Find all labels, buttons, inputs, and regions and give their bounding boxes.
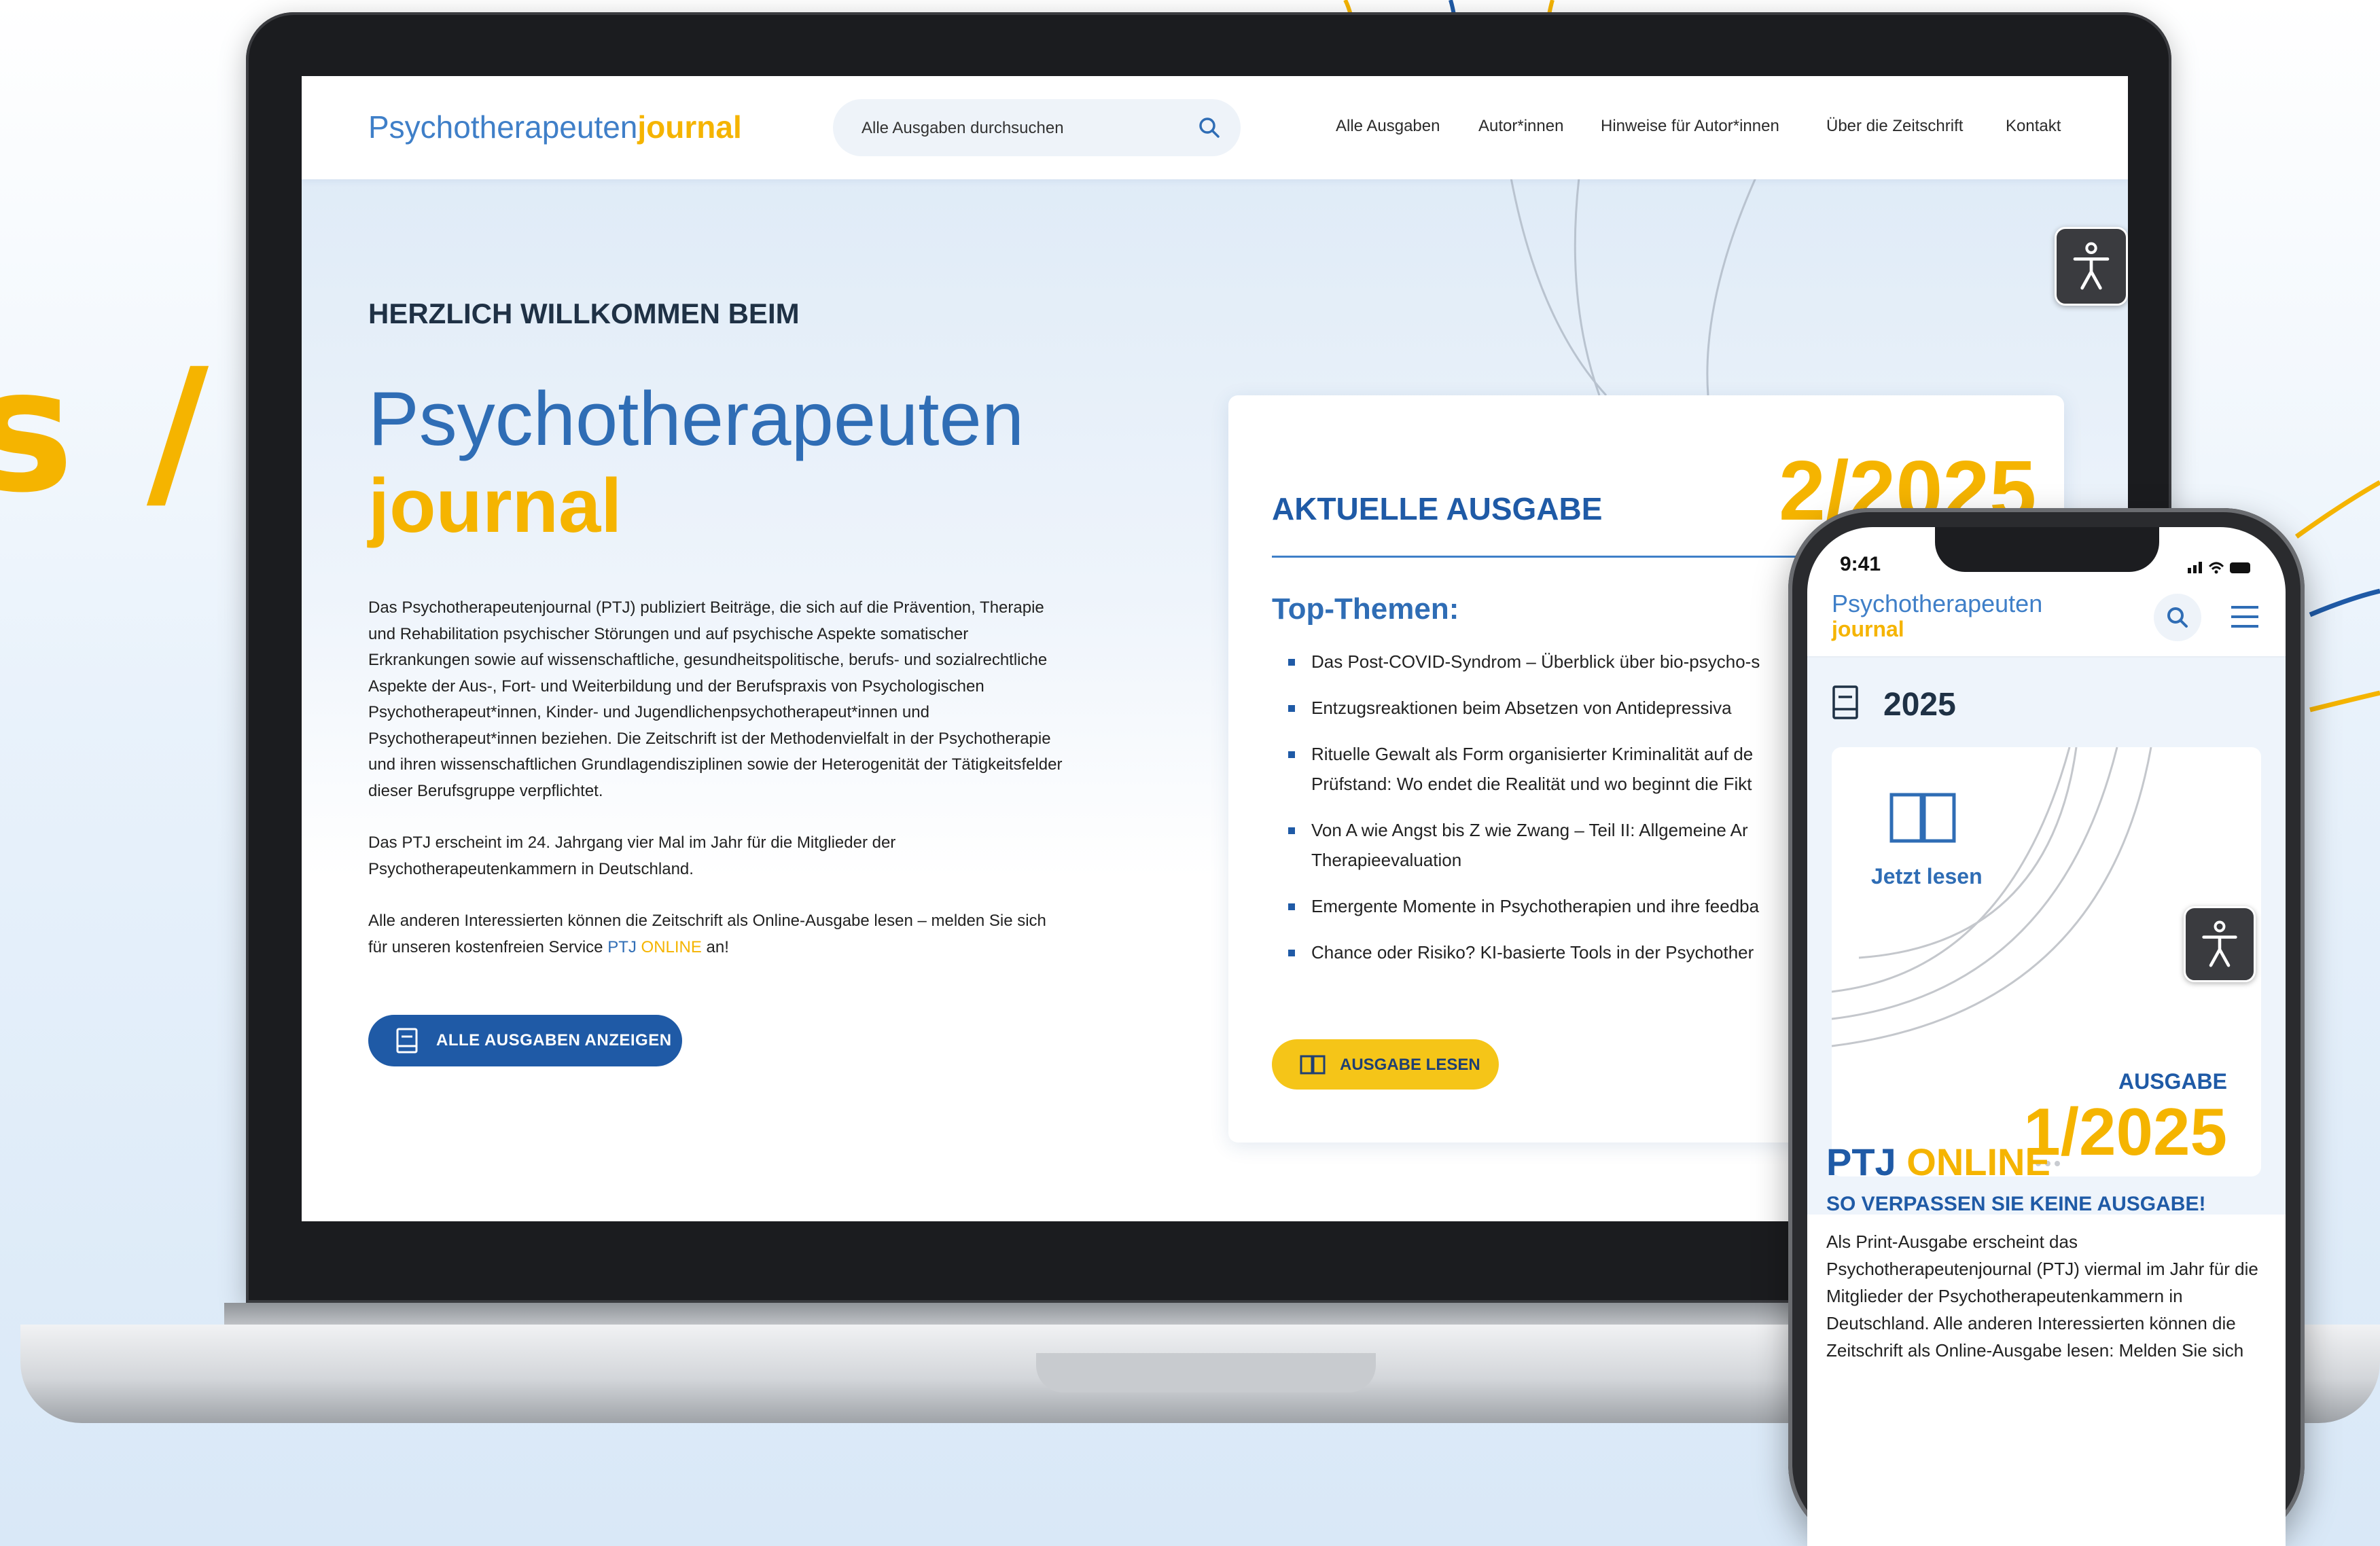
book-icon — [396, 1028, 418, 1054]
online-label: ONLINE — [1906, 1140, 2050, 1183]
read-now-label[interactable]: Jetzt lesen — [1871, 864, 1983, 889]
nav-kontakt[interactable]: Kontakt — [2006, 117, 2061, 136]
bullet — [1288, 950, 1295, 956]
open-book-icon — [1889, 793, 1956, 843]
search-bar — [833, 99, 1241, 156]
ptj-link[interactable]: PTJ — [607, 938, 637, 956]
mobile-year-heading: 2025 — [1883, 687, 1956, 723]
phone-screen: 9:41 Psychotherapeuten journal 2025 Jetz… — [1807, 527, 2286, 1546]
topic-label: Chance oder Risiko? KI-basierte Tools in… — [1311, 942, 1754, 963]
bullet — [1288, 659, 1295, 666]
mobile-content: 2025 Jetzt lesen AUSGABE 1/2025 — [1807, 658, 2286, 1546]
nav-hinweise[interactable]: Hinweise für Autor*innen — [1601, 117, 1779, 136]
status-time: 9:41 — [1840, 553, 1881, 575]
all-issues-button[interactable]: ALLE AUSGABEN ANZEIGEN — [368, 1015, 682, 1066]
hero-title-accent: journal — [368, 463, 622, 548]
search-icon[interactable] — [1196, 114, 1223, 141]
current-issue-heading: AKTUELLE AUSGABE — [1272, 491, 1603, 526]
search-icon — [2167, 607, 2188, 628]
top-topics-title: Top-Themen: — [1272, 592, 1459, 626]
accessibility-button[interactable] — [2055, 227, 2128, 306]
mobile-accessibility-button[interactable] — [2184, 906, 2256, 982]
topic-item[interactable]: Von A wie Angst bis Z wie Zwang – Teil I… — [1272, 815, 1773, 875]
mobile-logo[interactable]: Psychotherapeuten — [1832, 590, 2042, 618]
mobile-search-button[interactable] — [2154, 594, 2201, 641]
topic-label: Emergente Momente in Psychotherapien und… — [1311, 896, 1760, 916]
ptj-online-subheading: SO VERPASSEN SIE KEINE AUSGABE! — [1826, 1193, 2206, 1215]
laptop-notch — [1036, 1353, 1376, 1392]
accessibility-icon — [2202, 920, 2237, 967]
ptj-online-heading: PTJ ONLINE — [1826, 1140, 2050, 1184]
topic-label: Rituelle Gewalt als Form organisierter K… — [1311, 744, 1754, 794]
phone-notch — [1935, 527, 2159, 572]
ptj-online-text: Als Print-Ausgabe erscheint das Psychoth… — [1826, 1232, 2258, 1361]
site-logo[interactable]: Psychotherapeutenjournal — [368, 109, 742, 145]
logo-text: Psychotherapeuten — [368, 109, 638, 145]
intro-paragraph-3: Alle anderen Interessierten können die Z… — [368, 908, 1068, 960]
bullet — [1288, 903, 1295, 910]
topic-label: Das Post-COVID-Syndrom – Überblick über … — [1311, 651, 1760, 672]
intro-paragraph-1: Das Psychotherapeutenjournal (PTJ) publi… — [368, 598, 1063, 800]
topic-label: Entzugsreaktionen beim Absetzen von Anti… — [1311, 698, 1732, 718]
mobile-logo-accent: journal — [1832, 617, 1904, 641]
book-icon — [1832, 685, 1858, 719]
intro-paragraph-2: Das PTJ erscheint im 24. Jahrgang vier M… — [368, 833, 896, 878]
search-input[interactable] — [860, 115, 1189, 141]
nav-ueber[interactable]: Über die Zeitschrift — [1826, 117, 1963, 136]
menu-icon[interactable] — [2230, 603, 2260, 630]
all-issues-label: ALLE AUSGABEN ANZEIGEN — [436, 1031, 672, 1049]
read-issue-button[interactable]: AUSGABE LESEN — [1272, 1039, 1499, 1090]
online-link[interactable]: ONLINE — [641, 938, 702, 956]
bullet — [1288, 751, 1295, 758]
logo-accent: journal — [637, 109, 742, 145]
bullet — [1288, 827, 1295, 834]
mobile-issue-label: AUSGABE — [2118, 1069, 2227, 1094]
topic-item[interactable]: Rituelle Gewalt als Form organisierter K… — [1272, 739, 1773, 799]
nav-autorinnen[interactable]: Autor*innen — [1478, 117, 1563, 136]
welcome-kicker: HERZLICH WILLKOMMEN BEIM — [368, 298, 800, 329]
intro-text: Das Psychotherapeutenjournal (PTJ) publi… — [368, 595, 1068, 986]
ptj-label: PTJ — [1826, 1140, 1896, 1183]
site-header: Psychotherapeutenjournal Alle Ausgaben A… — [302, 76, 2128, 179]
bullet — [1288, 705, 1295, 712]
status-icons — [2188, 562, 2250, 574]
nav-alle-ausgaben[interactable]: Alle Ausgaben — [1336, 117, 1440, 136]
intro-text-end: an! — [701, 937, 729, 956]
read-issue-label: AUSGABE LESEN — [1340, 1056, 1480, 1074]
hero-title: Psychotherapeuten — [368, 376, 1025, 461]
open-book-icon — [1300, 1055, 1326, 1075]
topic-label: Von A wie Angst bis Z wie Zwang – Teil I… — [1311, 820, 1748, 870]
accessibility-icon — [2073, 242, 2110, 290]
